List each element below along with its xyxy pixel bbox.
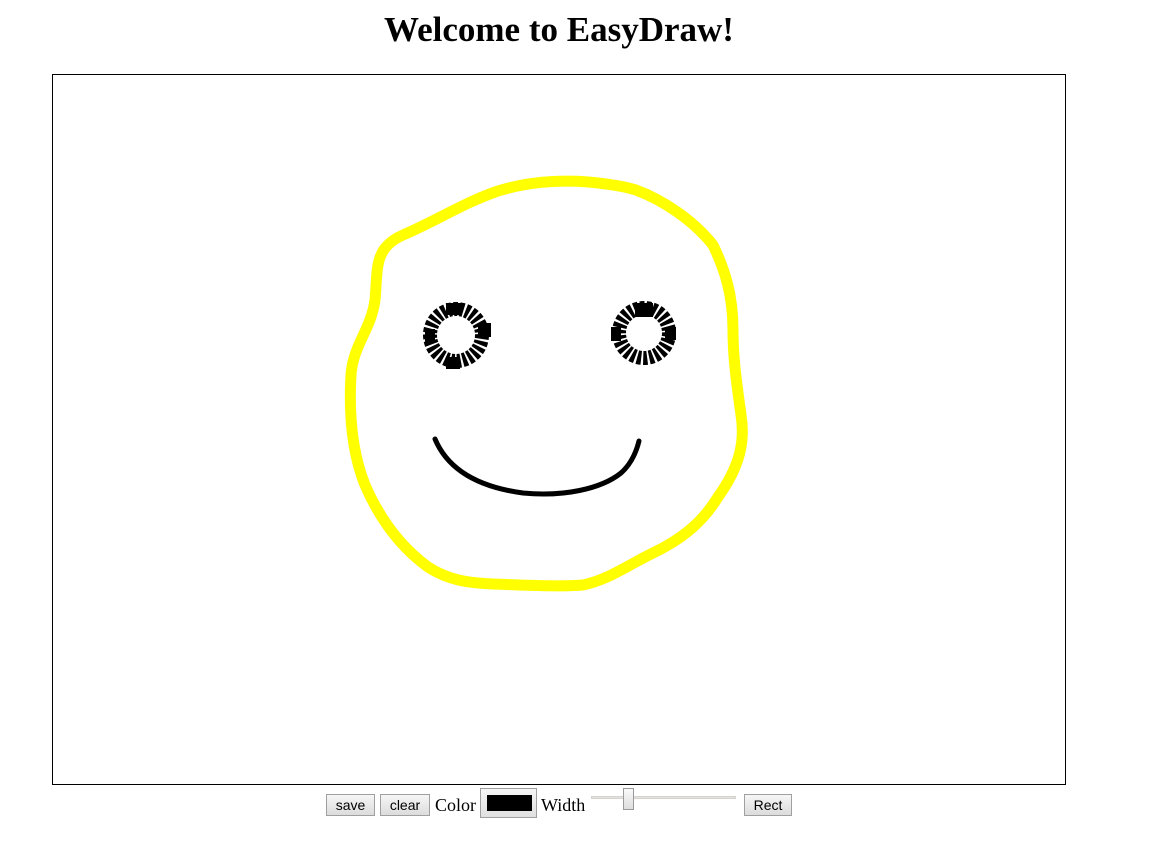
- page-title: Welcome to EasyDraw!: [384, 10, 734, 49]
- head-outline-stroke: [344, 175, 748, 592]
- drawing-surface: [344, 175, 748, 592]
- width-slider[interactable]: [591, 788, 736, 810]
- rect-button[interactable]: Rect: [744, 794, 792, 816]
- right-eye-stroke: [611, 301, 676, 365]
- color-picker[interactable]: [480, 788, 537, 818]
- smile-stroke: [432, 436, 642, 497]
- width-label: Width: [541, 795, 586, 815]
- clear-button[interactable]: clear: [380, 794, 430, 816]
- left-eye-stroke: [423, 302, 491, 369]
- width-slider-track: [591, 796, 736, 799]
- color-label: Color: [435, 795, 477, 815]
- color-swatch: [487, 795, 532, 811]
- drawing-canvas[interactable]: [52, 74, 1066, 785]
- save-button[interactable]: save: [326, 794, 375, 816]
- width-slider-thumb[interactable]: [623, 788, 634, 810]
- toolbar: save clear Color Width Rect: [0, 788, 1118, 822]
